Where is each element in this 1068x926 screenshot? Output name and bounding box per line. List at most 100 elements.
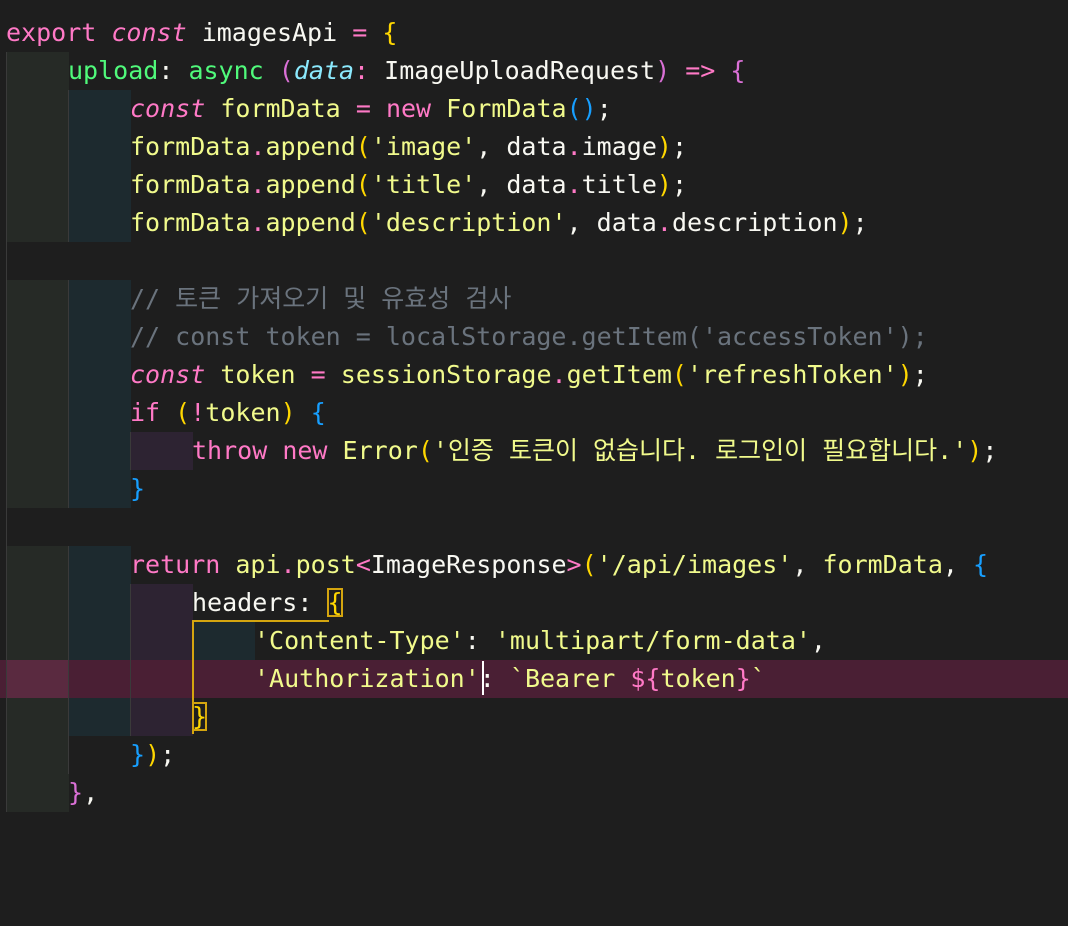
token: const <box>111 18 187 47</box>
code-line-18-active[interactable]: 'Authorization': `Bearer ${token}` <box>0 660 1068 698</box>
code-content: } <box>192 698 208 736</box>
token: append <box>265 208 356 237</box>
indent-guide <box>6 774 69 812</box>
indent-guide <box>68 622 131 660</box>
indent-guide <box>192 660 255 698</box>
indent-guide <box>130 584 193 622</box>
code-line-6[interactable]: formData.append('description', data.desc… <box>0 204 1068 242</box>
token: headers <box>192 588 298 617</box>
token: description <box>671 208 838 237</box>
token: ; <box>982 436 998 465</box>
token: , <box>810 626 826 655</box>
token: getItem <box>566 360 672 389</box>
token: return <box>130 550 221 579</box>
token: const <box>130 94 206 123</box>
code-line-19[interactable]: } <box>0 698 1068 736</box>
code-line-9[interactable]: // const token = localStorage.getItem('a… <box>0 318 1068 356</box>
token: 'title' <box>370 170 477 199</box>
token: token <box>660 664 736 693</box>
indent-guide <box>130 660 193 698</box>
code-line-21[interactable]: }, <box>0 774 1068 812</box>
code-line-14[interactable] <box>0 508 1068 546</box>
token: < <box>355 550 371 579</box>
token: '인증 토큰이 없습니다. 로그인이 필요합니다.' <box>432 436 968 465</box>
indent-guide <box>130 698 193 736</box>
code-line-12[interactable]: throw new Error('인증 토큰이 없습니다. 로그인이 필요합니다… <box>0 432 1068 470</box>
token: , <box>792 550 808 579</box>
token: : <box>297 588 313 617</box>
token: sessionStorage <box>340 360 552 389</box>
indent-guide <box>6 90 69 128</box>
indent-guide <box>6 736 69 774</box>
code-line-8[interactable]: // 토큰 가져오기 및 유효성 검사 <box>0 280 1068 318</box>
code-line-3[interactable]: const formData = new FormData(); <box>0 90 1068 128</box>
token: image <box>581 132 657 161</box>
code-content: return api.post<ImageResponse>('/api/ima… <box>130 546 988 584</box>
code-line-2[interactable]: upload: async (data: ImageUploadRequest)… <box>0 52 1068 90</box>
code-line-15[interactable]: return api.post<ImageResponse>('/api/ima… <box>0 546 1068 584</box>
indent-guide <box>6 394 69 432</box>
token: } <box>68 778 84 807</box>
token: ( <box>671 360 687 389</box>
token: ; <box>852 208 868 237</box>
token: => <box>685 56 716 85</box>
code-line-17[interactable]: 'Content-Type': 'multipart/form-data', <box>0 622 1068 660</box>
code-line-1[interactable]: export const imagesApi = { <box>0 14 1068 52</box>
token: , <box>566 208 582 237</box>
token: token <box>205 398 281 427</box>
code-line-7[interactable] <box>0 242 1068 280</box>
token: if <box>130 398 161 427</box>
token: formData <box>220 94 341 123</box>
indent-guide <box>6 166 69 204</box>
code-line-11[interactable]: if (!token) { <box>0 394 1068 432</box>
code-content: headers: { <box>192 584 343 622</box>
token: ` <box>750 664 766 693</box>
code-content: throw new Error('인증 토큰이 없습니다. 로그인이 필요합니다… <box>192 432 997 470</box>
token: api <box>235 550 281 579</box>
indent-guide <box>68 318 131 356</box>
code-line-13[interactable]: } <box>0 470 1068 508</box>
token: formData <box>822 550 943 579</box>
indent-guide <box>68 432 131 470</box>
code-editor[interactable]: export const imagesApi = { upload: async… <box>0 0 1068 823</box>
code-line-5[interactable]: formData.append('title', data.title); <box>0 166 1068 204</box>
indent-guide <box>6 356 69 394</box>
code-line-10[interactable]: const token = sessionStorage.getItem('re… <box>0 356 1068 394</box>
indent-guide <box>68 698 131 736</box>
token: ) <box>837 208 853 237</box>
indent-guide <box>130 432 193 470</box>
indent-guide <box>6 52 69 90</box>
token: 'refreshToken' <box>686 360 898 389</box>
code-content: if (!token) { <box>130 394 326 432</box>
token: data <box>506 170 567 199</box>
token: 'description' <box>370 208 567 237</box>
token: ) <box>656 132 672 161</box>
code-line-4[interactable]: formData.append('image', data.image); <box>0 128 1068 166</box>
code-comment: // const token = localStorage.getItem('a… <box>130 322 928 351</box>
token: ; <box>596 94 612 123</box>
indent-guide <box>6 242 69 280</box>
indent-guide <box>68 204 131 242</box>
token: ) <box>280 398 296 427</box>
indent-guide <box>130 622 193 660</box>
code-line-20[interactable]: }); <box>0 736 1068 774</box>
token: new <box>385 94 432 123</box>
code-content: }, <box>68 774 98 812</box>
token: '/api/images' <box>596 550 793 579</box>
token: token <box>220 360 296 389</box>
code-content: 'Authorization': `Bearer ${token}` <box>254 660 766 698</box>
indent-guide <box>68 166 131 204</box>
token: ; <box>912 360 928 389</box>
code-line-16[interactable]: headers: { <box>0 584 1068 622</box>
code-content: }); <box>130 736 175 774</box>
code-content: 'Content-Type': 'multipart/form-data', <box>254 622 826 660</box>
indent-guide <box>6 432 69 470</box>
indent-guide <box>6 280 69 318</box>
token: . <box>250 170 266 199</box>
indent-guide <box>68 470 131 508</box>
token: throw <box>192 436 268 465</box>
token: imagesApi <box>201 18 338 47</box>
matched-bracket: { <box>327 588 343 617</box>
token: } <box>130 740 146 769</box>
token: ) <box>656 170 672 199</box>
